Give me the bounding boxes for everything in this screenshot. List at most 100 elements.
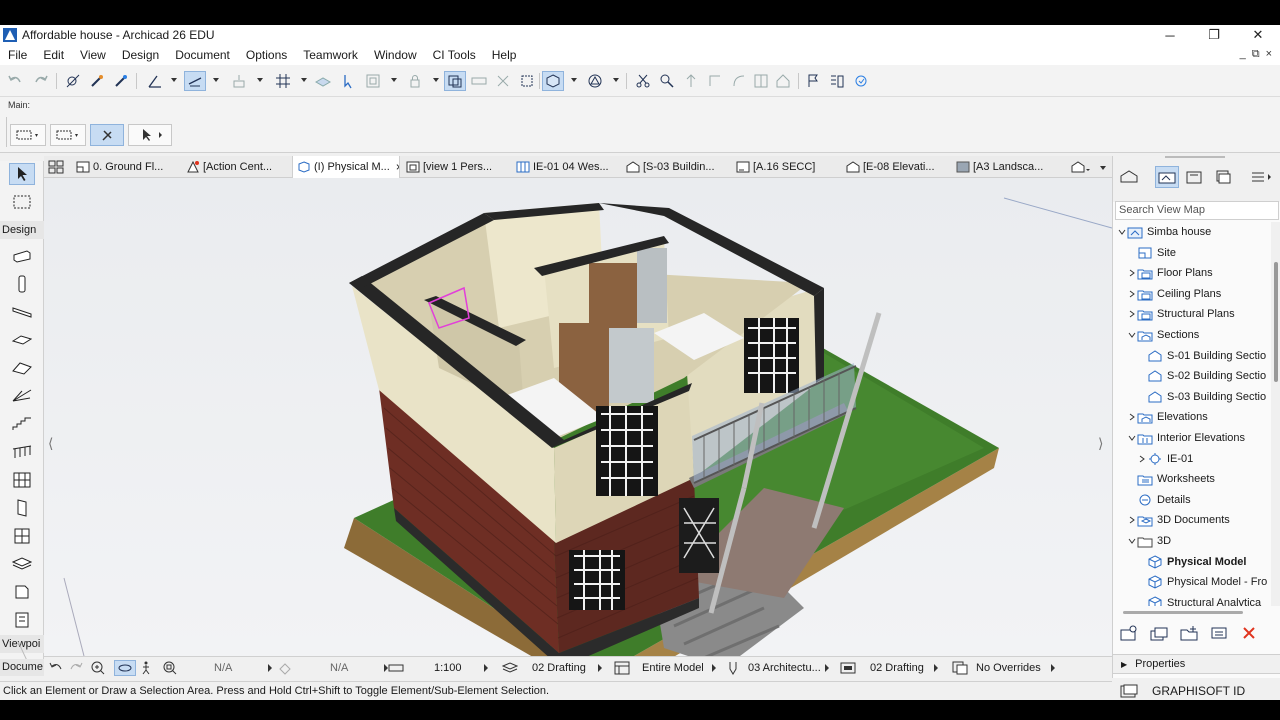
inject-parameters-button[interactable] <box>110 71 132 91</box>
mesh-tool[interactable] <box>9 609 35 631</box>
dimension-button[interactable] <box>144 71 166 91</box>
chevron-down-icon[interactable] <box>1127 537 1137 545</box>
model-view-dropdown[interactable]: Entire Model <box>614 660 716 676</box>
chevron-down-icon[interactable] <box>433 78 439 82</box>
flag-button[interactable] <box>802 71 824 91</box>
tree-item[interactable]: Worksheets <box>1113 469 1271 489</box>
scrollbar-thumb[interactable] <box>1274 262 1278 382</box>
zoom-in-button[interactable] <box>90 660 106 676</box>
pen-set-dropdown[interactable]: 03 Architectu... <box>728 660 829 676</box>
zoom-value-1[interactable]: N/A <box>214 660 273 676</box>
rotate-view-control[interactable]: N/A <box>278 660 389 676</box>
trace-button[interactable] <box>444 71 466 91</box>
pick-up-parameters-button[interactable] <box>86 71 108 91</box>
navigator-menu-button[interactable] <box>1247 166 1277 188</box>
curtain-wall-tool[interactable] <box>9 469 35 491</box>
tab-ground-floor[interactable]: 0. Ground Fl... <box>72 156 180 178</box>
layout-book-tab[interactable] <box>1183 166 1207 188</box>
new-view-button[interactable] <box>1115 622 1143 644</box>
tree-item[interactable]: Sections <box>1113 325 1271 345</box>
properties-section-toggle[interactable]: ▶ Properties <box>1113 654 1280 674</box>
tree-item[interactable]: S-01 Building Sectio <box>1113 346 1271 366</box>
view-map-search-input[interactable]: Search View Map <box>1115 201 1279 220</box>
arrow-tool-dropdown[interactable] <box>128 124 172 146</box>
tree-item[interactable]: Physical Model <box>1113 552 1271 572</box>
publisher-sets-tab[interactable] <box>1211 166 1235 188</box>
graphisoft-id-bar[interactable]: GRAPHISOFT ID <box>1112 681 1280 700</box>
tab-section-s03[interactable]: [S-03 Buildin... <box>622 156 730 178</box>
ruler-button[interactable] <box>468 71 490 91</box>
edit-selection-button[interactable] <box>492 71 514 91</box>
menu-ci-tools[interactable]: CI Tools <box>425 48 484 62</box>
doc-minimize-button[interactable]: _ <box>1240 48 1246 61</box>
adjust-button[interactable] <box>704 71 726 91</box>
chevron-down-icon[interactable] <box>1117 228 1127 236</box>
window-tool[interactable] <box>9 525 35 547</box>
tab-view-1-perspective[interactable]: [view 1 Pers... <box>402 156 510 178</box>
tree-item[interactable]: Floor Plans <box>1113 263 1271 283</box>
chevron-down-icon[interactable] <box>391 78 397 82</box>
chevron-right-icon[interactable] <box>1127 290 1137 298</box>
3d-model-render[interactable]: ⟨ ⟩ <box>44 178 1112 656</box>
tree-item[interactable]: Structural Analytica <box>1113 593 1271 606</box>
object-tool[interactable] <box>9 553 35 575</box>
explore-button[interactable] <box>140 660 152 676</box>
tree-item[interactable]: 3D <box>1113 531 1271 551</box>
view-settings-button[interactable] <box>1205 622 1233 644</box>
find-select-button[interactable] <box>656 71 678 91</box>
scale-dropdown[interactable]: 1:100 <box>388 660 488 676</box>
view-map-scrollbar[interactable] <box>1271 222 1280 606</box>
split-button[interactable] <box>750 71 772 91</box>
menu-view[interactable]: View <box>72 48 114 62</box>
chevron-down-icon[interactable] <box>571 78 577 82</box>
menu-document[interactable]: Document <box>167 48 238 62</box>
doc-restore-button[interactable]: ⧉ <box>1252 48 1260 61</box>
chevron-down-icon[interactable] <box>1127 331 1137 339</box>
tree-item[interactable]: Elevations <box>1113 407 1271 427</box>
tab-layout-a3-landscape[interactable]: [A3 Landsca... <box>952 156 1060 178</box>
toolbox-design-section[interactable]: Design <box>0 221 44 239</box>
3d-view-mode-button[interactable] <box>542 71 564 91</box>
group-button[interactable] <box>362 71 384 91</box>
chevron-down-icon[interactable] <box>171 78 177 82</box>
clone-folder-button[interactable] <box>1145 622 1173 644</box>
tab-overview-button[interactable] <box>44 156 70 178</box>
gravity-button[interactable] <box>228 71 250 91</box>
tab-layout-a16[interactable]: [A.16 SECC] <box>732 156 840 178</box>
view-map-hscrollbar[interactable] <box>1113 608 1271 616</box>
bimx-button[interactable] <box>850 71 872 91</box>
grid-snap-button[interactable] <box>272 71 294 91</box>
menu-design[interactable]: Design <box>114 48 167 62</box>
selection-shape-dropdown[interactable] <box>50 124 86 146</box>
arrow-tool[interactable] <box>9 163 35 185</box>
beam-tool[interactable] <box>9 301 35 323</box>
close-tab-button[interactable]: × <box>396 160 399 174</box>
stair-tool[interactable] <box>9 413 35 435</box>
toolbox-document-section[interactable]: Docume <box>0 659 44 676</box>
tree-item[interactable]: Ceiling Plans <box>1113 284 1271 304</box>
redo-view-button[interactable] <box>68 660 84 676</box>
suspend-groups-button[interactable] <box>312 71 334 91</box>
tree-item[interactable]: Interior Elevations <box>1113 428 1271 448</box>
graphic-override-dropdown[interactable]: 02 Drafting <box>840 660 938 676</box>
tree-item[interactable]: Structural Plans <box>1113 304 1271 324</box>
chevron-right-icon[interactable] <box>1137 455 1147 463</box>
fillet-button[interactable] <box>728 71 750 91</box>
chevron-down-icon[interactable] <box>301 78 307 82</box>
roof-tool[interactable] <box>9 357 35 379</box>
scrollbar-thumb[interactable] <box>1123 611 1243 614</box>
cut-element-button[interactable] <box>632 71 654 91</box>
elevate-button[interactable] <box>680 71 702 91</box>
selection-method-dropdown[interactable] <box>10 124 46 146</box>
railing-tool[interactable] <box>9 441 35 463</box>
tree-item[interactable]: Physical Model - Fro <box>1113 572 1271 592</box>
shell-tool[interactable] <box>9 385 35 407</box>
maximize-button[interactable]: ❐ <box>1192 25 1236 45</box>
menu-options[interactable]: Options <box>238 48 295 62</box>
orbit-button[interactable] <box>114 660 136 676</box>
tree-item[interactable]: S-02 Building Sectio <box>1113 366 1271 386</box>
slab-tool[interactable] <box>9 329 35 351</box>
rotated-marquee-button[interactable] <box>90 124 124 146</box>
tab-list-dropdown[interactable] <box>1066 156 1110 178</box>
panel-grip[interactable] <box>1165 156 1225 158</box>
